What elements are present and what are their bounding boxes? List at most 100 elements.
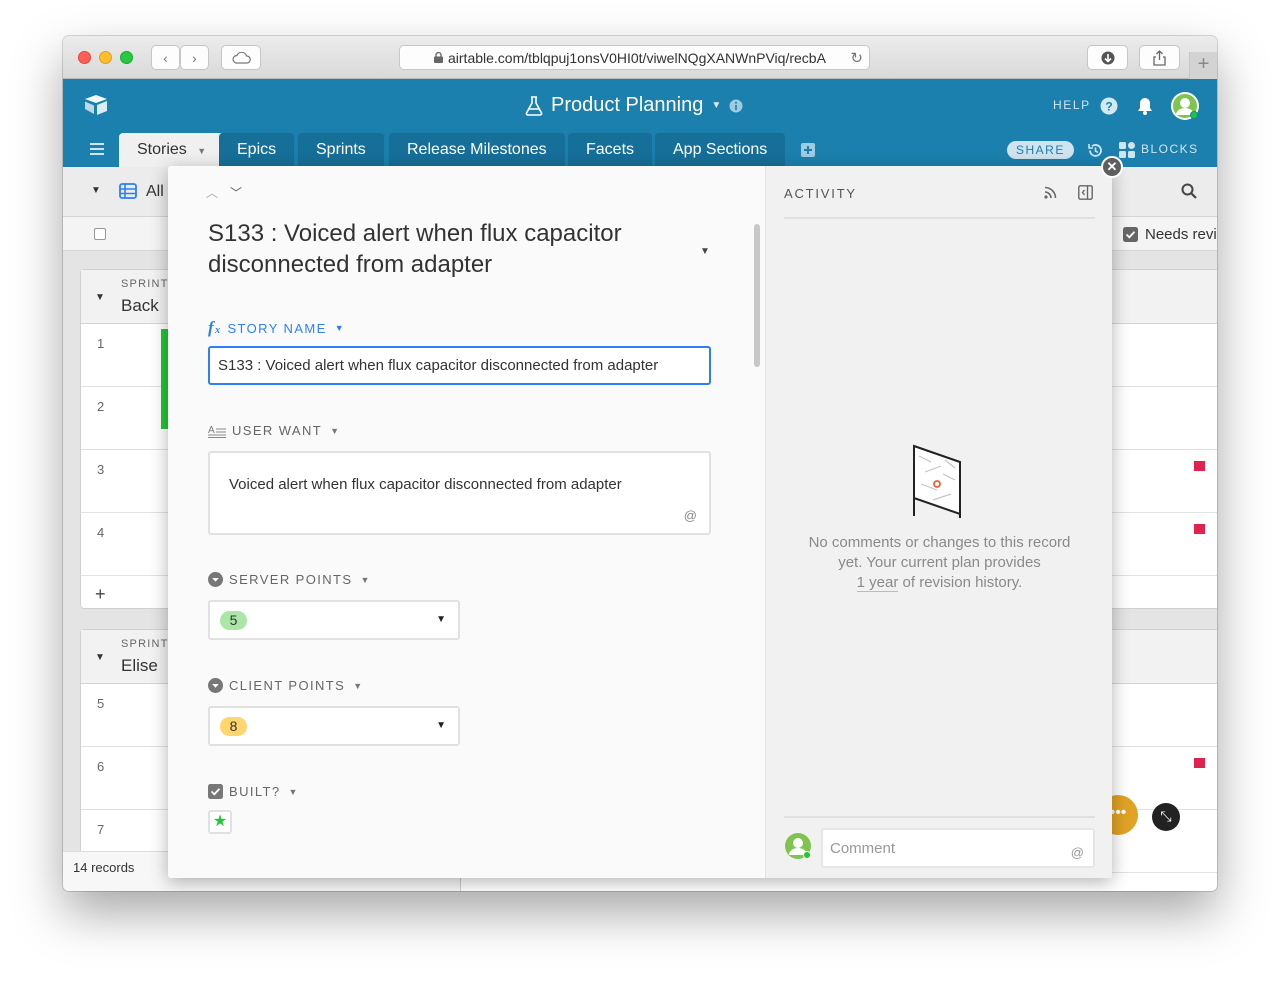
caret-down-icon: ▼ [436, 720, 446, 731]
new-tab-button[interactable]: + [1189, 52, 1217, 79]
mention-icon[interactable]: @ [684, 508, 697, 523]
scrollbar[interactable] [754, 224, 760, 367]
comment-input[interactable]: Comment @ [821, 828, 1095, 868]
rss-icon[interactable] [1044, 186, 1057, 199]
caret-down-icon[interactable]: ▼ [353, 681, 363, 691]
tab-stories[interactable]: Stories ▼ [119, 133, 225, 167]
help-circle-icon[interactable]: ? [1100, 97, 1118, 115]
caret-down-icon[interactable]: ▼ [360, 575, 370, 585]
grid-view-icon [119, 183, 137, 199]
collapse-arrows-icon: ⤡ [1160, 808, 1172, 824]
cloud-icon [232, 51, 251, 64]
table-tabs: Stories ▼ Epics Sprints Release Mileston… [63, 133, 1217, 167]
chevron-up-icon[interactable]: ︿ [206, 184, 218, 201]
airtable-logo-icon[interactable] [83, 94, 109, 116]
chevron-left-icon: ‹ [163, 49, 168, 66]
activity-empty-message: No comments or changes to this record ye… [784, 533, 1095, 593]
reload-icon[interactable]: ↻ [850, 49, 863, 67]
forward-button[interactable]: › [180, 45, 209, 70]
tab-facets[interactable]: Facets [568, 133, 653, 167]
caret-down-icon[interactable]: ▼ [711, 100, 721, 111]
app-header: Product Planning ▼ HELP ? [63, 79, 1217, 133]
tab-label: Sprints [316, 141, 366, 158]
add-table-icon[interactable] [801, 143, 815, 157]
info-icon[interactable] [729, 99, 743, 113]
empty-line-1: No comments or changes to this record [808, 534, 1071, 551]
minimize-window-button[interactable] [99, 51, 112, 64]
client-points-select[interactable]: 8 ▼ [208, 706, 460, 746]
zoom-window-button[interactable] [120, 51, 133, 64]
mention-icon[interactable]: @ [1071, 845, 1084, 860]
caret-down-icon[interactable]: ▼ [335, 323, 345, 333]
close-icon: ✕ [1106, 159, 1118, 174]
empty-line-3: 1 year of revision history. [784, 573, 1095, 593]
caret-down-icon[interactable]: ▼ [91, 185, 101, 196]
server-points-select[interactable]: 5 ▼ [208, 600, 460, 640]
share-icon [1153, 49, 1166, 66]
field-label-text: SERVER POINTS [229, 572, 353, 587]
menu-icon[interactable] [90, 143, 104, 155]
blocks-icon[interactable] [1119, 142, 1135, 158]
checkbox-field-icon [1123, 227, 1138, 242]
flag-icon [1194, 524, 1205, 534]
select-all-checkbox[interactable] [94, 228, 106, 240]
client-points-pill: 8 [220, 717, 247, 736]
address-bar[interactable]: airtable.com/tblqpuj1onsV0HI0t/viwelNQgX… [399, 45, 870, 70]
tab-sprints[interactable]: Sprints [298, 133, 384, 167]
group-name: Back [121, 296, 159, 315]
plus-icon: + [1197, 53, 1210, 75]
field-label-story-name[interactable]: fx STORY NAME ▼ [208, 318, 345, 338]
chevron-right-icon: › [192, 49, 197, 66]
bell-icon[interactable] [1137, 97, 1153, 115]
close-window-button[interactable] [78, 51, 91, 64]
icloud-tabs-button[interactable] [221, 45, 261, 70]
column-header-needs-review[interactable]: Needs revi [1145, 226, 1217, 243]
browser-window: ‹ › airtable.com/tblqpuj1onsV0HI0t/viwel… [63, 36, 1217, 891]
search-icon[interactable] [1181, 183, 1197, 199]
help-link[interactable]: HELP [1053, 98, 1091, 112]
records-count: 14 records [73, 860, 135, 875]
field-label-text: USER WANT [232, 423, 323, 438]
back-button[interactable]: ‹ [151, 45, 180, 70]
blocks-button[interactable]: BLOCKS [1141, 142, 1199, 156]
field-label-text: CLIENT POINTS [229, 678, 346, 693]
base-title[interactable]: Product Planning ▼ [525, 94, 743, 117]
close-modal-button[interactable]: ✕ [1101, 156, 1123, 178]
downloads-button[interactable] [1087, 45, 1128, 70]
flag-icon [1194, 758, 1205, 768]
tab-app-sections[interactable]: App Sections [655, 133, 786, 167]
collapse-button[interactable]: ⤡ [1152, 803, 1180, 831]
share-sheet-button[interactable] [1139, 45, 1180, 70]
caret-down-icon[interactable]: ▼ [95, 652, 105, 663]
server-points-pill: 5 [220, 611, 247, 630]
story-name-field[interactable]: S133 : Voiced alert when flux capacitor … [208, 346, 711, 385]
collapse-panel-icon[interactable] [1078, 185, 1093, 200]
avatar[interactable] [1170, 91, 1200, 121]
view-name[interactable]: All [146, 183, 164, 201]
tab-label: Stories [137, 141, 187, 158]
history-icon[interactable] [1087, 142, 1104, 159]
chevron-down-icon[interactable]: ﹀ [230, 184, 242, 201]
field-label-user-want[interactable]: A USER WANT ▼ [208, 423, 340, 438]
field-label-text: STORY NAME [227, 320, 327, 336]
share-button[interactable]: SHARE [1007, 141, 1074, 159]
row-number: 7 [97, 822, 105, 837]
flag-icon [1194, 461, 1205, 471]
caret-down-icon[interactable]: ▼ [197, 146, 206, 156]
url-text: airtable.com/tblqpuj1onsV0HI0t/viwelNQgX… [448, 49, 826, 66]
caret-down-icon[interactable]: ▼ [289, 787, 299, 797]
tab-release-milestones[interactable]: Release Milestones [389, 133, 565, 167]
comment-divider [784, 816, 1095, 818]
user-want-field[interactable]: Voiced alert when flux capacitor disconn… [208, 451, 711, 535]
field-label-client-points[interactable]: CLIENT POINTS ▼ [208, 678, 364, 693]
caret-down-icon[interactable]: ▼ [330, 426, 340, 436]
tab-epics[interactable]: Epics [219, 133, 295, 167]
field-label-built[interactable]: BUILT? ▼ [208, 784, 299, 799]
revision-history-link[interactable]: 1 year [856, 574, 899, 592]
caret-down-icon[interactable]: ▼ [700, 246, 710, 257]
plus-icon: + [95, 584, 106, 604]
map-empty-state-icon [913, 444, 961, 518]
caret-down-icon[interactable]: ▼ [95, 292, 105, 303]
built-checkbox[interactable]: ★ [208, 810, 232, 834]
field-label-server-points[interactable]: SERVER POINTS ▼ [208, 572, 371, 587]
